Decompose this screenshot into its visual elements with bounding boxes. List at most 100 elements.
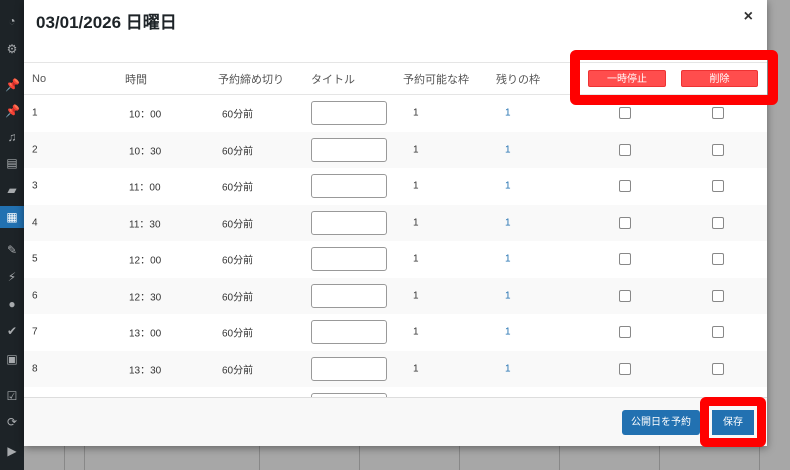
row-time: 12：00 (129, 255, 162, 267)
title-input[interactable] (311, 174, 387, 199)
gear-icon[interactable]: ⚙ (5, 42, 19, 56)
schedule-button[interactable]: 公開日を予約 (622, 410, 700, 435)
sync-icon[interactable]: ⟳ (5, 415, 19, 429)
row-deadline: 60分前 (222, 109, 254, 121)
row-time: 10：00 (129, 109, 162, 121)
highlight-box-actions (570, 50, 778, 105)
row-remaining: 1 (505, 363, 511, 375)
modal-title: 03/01/2026 日曜日 (36, 13, 177, 32)
header-no: No (32, 72, 47, 85)
row-no: 3 (32, 180, 38, 192)
table-row: 6 12：30 60分前 1 1 (24, 277, 767, 314)
row-available: 1 (413, 290, 419, 302)
row-available: 1 (413, 180, 419, 192)
pause-checkbox[interactable] (619, 143, 631, 156)
delete-checkbox[interactable] (712, 107, 724, 120)
title-input[interactable] (311, 210, 387, 235)
row-deadline: 60分前 (222, 219, 254, 231)
calendar-gridline (259, 446, 260, 470)
row-time: 11：00 (129, 182, 161, 194)
delete-checkbox[interactable] (712, 253, 724, 266)
title-input[interactable] (311, 247, 387, 272)
calendar-gridline (359, 446, 360, 470)
media-icon[interactable]: ♫ (5, 130, 19, 144)
close-button[interactable]: × (744, 8, 753, 26)
header-title: タイトル (311, 73, 355, 86)
row-no: 2 (32, 144, 38, 156)
title-input[interactable] (311, 101, 387, 126)
row-available: 1 (413, 217, 419, 229)
delete-checkbox[interactable] (712, 326, 724, 339)
table-row: 5 12：00 60分前 1 1 (24, 241, 767, 278)
header-time: 時間 (125, 73, 147, 86)
modal-footer: 公開日を予約 保存 (24, 397, 767, 446)
pages-icon[interactable]: ▤ (5, 156, 19, 170)
table-row: 7 13：00 60分前 1 1 (24, 314, 767, 351)
row-no: 8 (32, 363, 38, 375)
row-deadline: 60分前 (222, 255, 254, 267)
title-input[interactable] (311, 283, 387, 308)
row-available: 1 (413, 107, 419, 119)
title-input[interactable] (311, 320, 387, 345)
delete-checkbox[interactable] (712, 289, 724, 302)
pin-icon[interactable]: 📌 (5, 78, 20, 92)
header-deadline: 予約締め切り (218, 73, 284, 86)
title-input[interactable] (311, 137, 387, 162)
admin-sidebar: ◔ ⚙ 📌 📌 ♫ ▤ ▰ ▦ ✎ ⚡ ● ✔ ▣ ☑ ⟳ ▶ (0, 0, 24, 470)
row-time: 13：30 (129, 365, 162, 377)
dashboard-icon[interactable]: ◔ (5, 14, 19, 28)
pause-checkbox[interactable] (619, 107, 631, 120)
calendar-gridline (659, 446, 660, 470)
pause-checkbox[interactable] (619, 289, 631, 302)
row-deadline: 60分前 (222, 328, 254, 340)
comments-icon[interactable]: ▰ (5, 183, 19, 197)
row-available: 1 (413, 363, 419, 375)
delete-checkbox[interactable] (712, 216, 724, 229)
settings-icon[interactable]: ▣ (5, 352, 19, 366)
row-deadline: 60分前 (222, 182, 254, 194)
title-input[interactable] (311, 356, 387, 381)
slots-table: No 時間 予約締め切り タイトル 予約可能な枠 残りの枠 一時停止 削除 1 … (24, 62, 767, 397)
wrench-icon[interactable]: ✔ (5, 324, 19, 338)
table-row: 8 13：30 60分前 1 1 (24, 350, 767, 387)
row-time: 13：00 (129, 328, 162, 340)
table-row: 3 11：00 60分前 1 1 (24, 168, 767, 205)
delete-checkbox[interactable] (712, 143, 724, 156)
header-available: 予約可能な枠 (403, 73, 469, 86)
header-remaining: 残りの枠 (496, 73, 540, 86)
row-no: 6 (32, 290, 38, 302)
row-time: 12：30 (129, 292, 162, 304)
play-icon[interactable]: ▶ (5, 444, 19, 458)
row-remaining: 1 (505, 180, 511, 192)
delete-checkbox[interactable] (712, 362, 724, 375)
row-time: 10：30 (129, 146, 162, 158)
calendar-gridline (84, 446, 85, 470)
pause-checkbox[interactable] (619, 180, 631, 193)
row-time: 11：30 (129, 219, 161, 231)
row-remaining: 1 (505, 253, 511, 265)
table-row: 2 10：30 60分前 1 1 (24, 131, 767, 168)
row-deadline: 60分前 (222, 146, 254, 158)
plugin-icon[interactable]: ⚡ (5, 270, 19, 284)
row-no: 4 (32, 217, 38, 229)
calendar-icon[interactable]: ▦ (0, 206, 24, 228)
row-no: 7 (32, 326, 38, 338)
brush-icon[interactable]: ✎ (5, 243, 19, 257)
pause-checkbox[interactable] (619, 216, 631, 229)
pause-checkbox[interactable] (619, 362, 631, 375)
pause-checkbox[interactable] (619, 253, 631, 266)
delete-checkbox[interactable] (712, 180, 724, 193)
row-remaining: 1 (505, 290, 511, 302)
row-remaining: 1 (505, 326, 511, 338)
user-icon[interactable]: ● (5, 297, 19, 311)
row-remaining: 1 (505, 107, 511, 119)
pause-checkbox[interactable] (619, 326, 631, 339)
pin-icon[interactable]: 📌 (5, 104, 20, 118)
row-remaining: 1 (505, 144, 511, 156)
row-no: 5 (32, 253, 38, 265)
row-available: 1 (413, 144, 419, 156)
calendar-gridline (459, 446, 460, 470)
table-row: 4 11：30 60分前 1 1 (24, 204, 767, 241)
row-available: 1 (413, 326, 419, 338)
check-icon[interactable]: ☑ (5, 389, 19, 403)
